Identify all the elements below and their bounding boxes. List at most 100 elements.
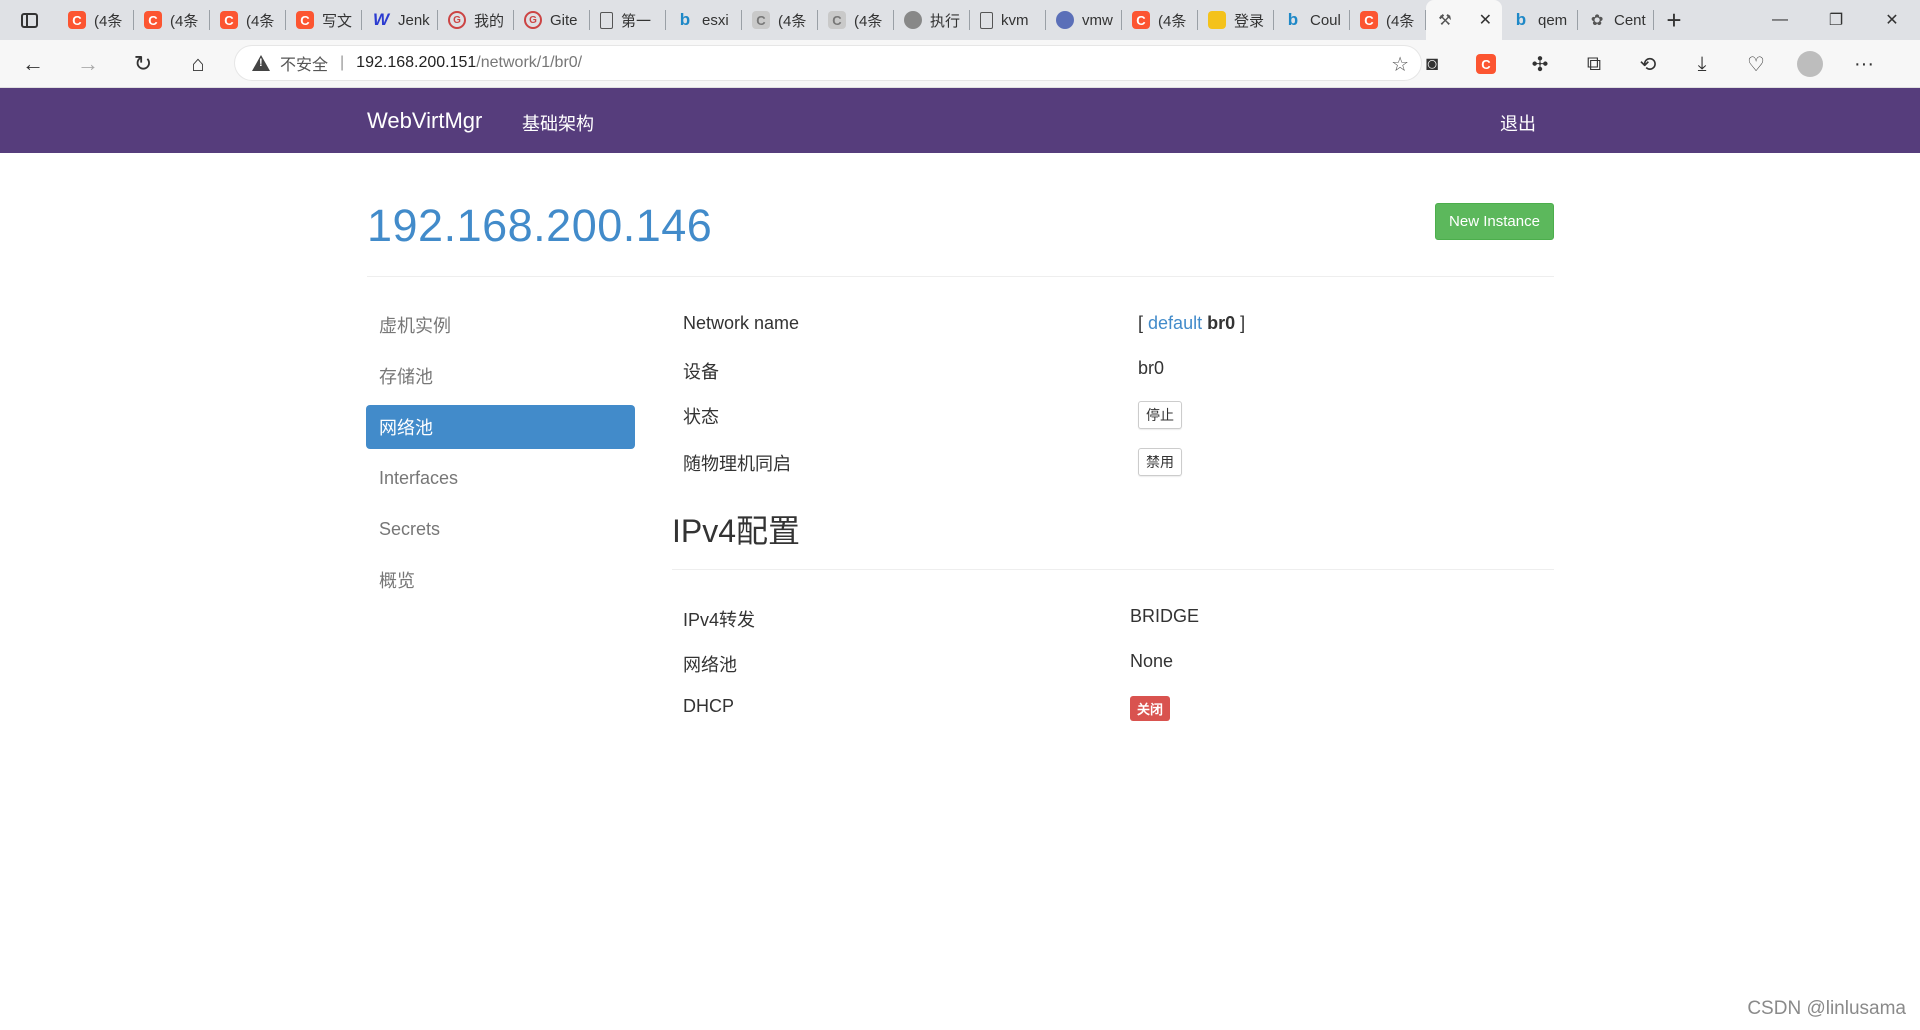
sidebar-item-networks[interactable]: 网络池 (366, 405, 635, 449)
state-value: 停止 (1138, 401, 1182, 429)
tab-label: (4条 (246, 12, 275, 30)
insecure-label[interactable]: 不安全 (280, 51, 328, 75)
nav-logout[interactable]: 退出 (1500, 110, 1536, 136)
home-icon[interactable]: ⌂ (176, 44, 220, 84)
ipv4-pool-value: None (1130, 651, 1174, 671)
tab-label: Coul (1310, 11, 1341, 29)
window-controls: — ❐ ✕ (1752, 0, 1920, 40)
profile-avatar[interactable] (1783, 51, 1837, 77)
sidebar-nav: 虚机实例 存储池 网络池 Interfaces Secrets 概览 (366, 303, 635, 609)
back-icon[interactable]: ← (11, 44, 55, 84)
tab-actions-menu-icon[interactable] (0, 0, 58, 40)
gitee-icon: G (524, 11, 542, 29)
extensions-icon[interactable]: ✣ (1513, 52, 1567, 77)
minimize-icon[interactable]: — (1752, 0, 1808, 40)
csdn-icon: C (752, 11, 770, 29)
bracket-open: [ (1138, 313, 1144, 333)
browser-tab[interactable]: G Gite (514, 0, 590, 40)
sidebar-item-secrets[interactable]: Secrets (366, 507, 635, 551)
forward-icon[interactable]: → (66, 44, 110, 84)
browser-tab[interactable]: vmw (1046, 0, 1122, 40)
collections-icon[interactable]: ⧉ (1567, 53, 1621, 76)
extension-icon[interactable]: ◙ (1405, 53, 1459, 76)
close-window-icon[interactable]: ✕ (1864, 0, 1920, 40)
tab-label: 我的 (474, 12, 505, 30)
new-tab-icon[interactable]: + (1654, 0, 1694, 40)
tab-label: (4条 (1386, 12, 1415, 30)
browser-tab[interactable]: C (4条 (1122, 0, 1198, 40)
avatar (1797, 51, 1823, 77)
refresh-icon[interactable]: ↻ (121, 44, 165, 84)
browser-tab[interactable]: C (4条 (210, 0, 286, 40)
browser-tab[interactable]: C (4条 (818, 0, 894, 40)
nav-infrastructure[interactable]: 基础架构 (522, 110, 594, 136)
browser-toolbar: ← → ↻ ⌂ 不安全 | 192.168.200.151/network/1/… (0, 40, 1920, 88)
paw-icon (1056, 11, 1074, 29)
bracket-close: ] (1240, 313, 1246, 333)
disable-autostart-button[interactable]: 禁用 (1138, 448, 1182, 476)
browser-tab[interactable]: W Jenk (362, 0, 438, 40)
sidebar-item-interfaces[interactable]: Interfaces (366, 456, 635, 500)
browser-tab[interactable]: 第一 (590, 0, 666, 40)
sidebar-item-overview[interactable]: 概览 (366, 558, 635, 602)
tab-label: (4条 (170, 12, 199, 30)
document-icon (600, 11, 613, 29)
network-name-value: [ default br0 ] (1138, 313, 1245, 334)
browser-tab[interactable]: G 我的 (438, 0, 514, 40)
tab-label: 第一 (621, 12, 652, 30)
csdn-icon: C (1360, 11, 1378, 29)
tab-label: Jenk (398, 11, 430, 29)
close-tab-icon[interactable]: ✕ (1479, 10, 1492, 30)
network-name-label: Network name (683, 313, 800, 333)
divider (672, 569, 1554, 570)
stop-network-button[interactable]: 停止 (1138, 401, 1182, 429)
url-path[interactable]: /network/1/br0/ (476, 54, 582, 72)
network-link-default[interactable]: default (1148, 313, 1202, 333)
network-current-name: br0 (1207, 313, 1236, 333)
browser-tab[interactable]: kvm (970, 0, 1046, 40)
sidebar-item-instances[interactable]: 虚机实例 (366, 303, 635, 347)
tab-label: (4条 (854, 12, 883, 30)
brand-link[interactable]: WebVirtMgr (367, 108, 482, 134)
browser-tab[interactable]: 执行 (894, 0, 970, 40)
python-icon (1208, 11, 1226, 29)
tab-label: (4条 (94, 12, 123, 30)
browser-tab[interactable]: b qem (1502, 0, 1578, 40)
browser-tab-active[interactable]: ⚒ ✕ (1426, 0, 1502, 40)
csdn-icon: C (1132, 11, 1150, 29)
sidebar-item-storage[interactable]: 存储池 (366, 354, 635, 398)
new-instance-button[interactable]: New Instance (1435, 203, 1554, 240)
device-label: 设备 (683, 362, 719, 382)
csdn-icon: C (296, 11, 314, 29)
browser-essentials-icon[interactable]: ♡ (1729, 52, 1783, 77)
tab-label: vmw (1082, 11, 1113, 29)
browser-tab[interactable]: ✿ Cent (1578, 0, 1654, 40)
csdn-extension-icon[interactable]: C (1459, 54, 1513, 74)
url-host[interactable]: 192.168.200.151 (356, 54, 476, 72)
tab-label: Gite (550, 11, 578, 29)
autostart-label: 随物理机同启 (683, 454, 791, 474)
browser-tab[interactable]: 登录 (1198, 0, 1274, 40)
page-title: 192.168.200.146 (367, 200, 713, 251)
history-icon[interactable]: ⟲ (1621, 52, 1675, 77)
warning-icon[interactable] (252, 55, 270, 71)
app-navbar: WebVirtMgr 基础架构 退出 (0, 88, 1920, 153)
restore-icon[interactable]: ❐ (1808, 0, 1864, 40)
more-menu-icon[interactable]: ··· (1837, 53, 1891, 76)
bing-icon: b (1287, 10, 1299, 29)
tab-label: (4条 (778, 12, 807, 30)
w-icon: W (372, 10, 390, 29)
browser-tab[interactable]: C (4条 (134, 0, 210, 40)
download-icon[interactable]: ⤓ (1675, 53, 1729, 76)
tab-label: 执行 (930, 12, 961, 30)
browser-tab[interactable]: C (4条 (1350, 0, 1426, 40)
browser-tab[interactable]: C 写文 (286, 0, 362, 40)
address-bar[interactable]: 不安全 | 192.168.200.151/network/1/br0/ ☆ (235, 46, 1421, 80)
state-label: 状态 (683, 407, 719, 427)
csdn-icon: C (68, 11, 86, 29)
browser-tab[interactable]: b Coul (1274, 0, 1350, 40)
browser-tab[interactable]: b esxi (666, 0, 742, 40)
ipv4-forward-value: BRIDGE (1130, 606, 1200, 626)
browser-tab[interactable]: C (4条 (742, 0, 818, 40)
browser-tab[interactable]: C (4条 (58, 0, 134, 40)
